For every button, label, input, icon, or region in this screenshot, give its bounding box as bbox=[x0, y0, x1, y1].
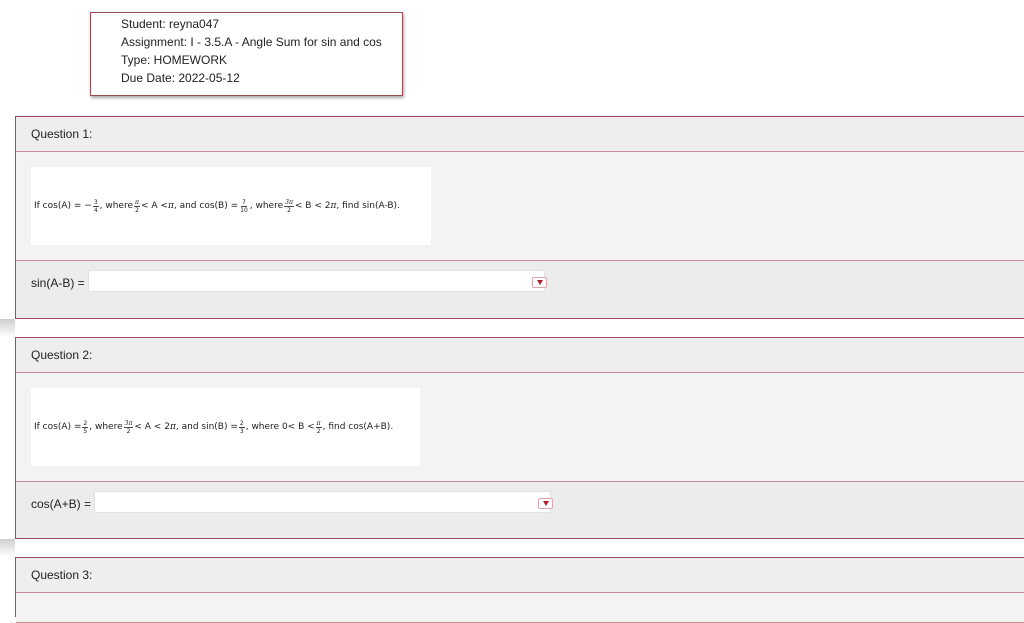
question-3-body bbox=[16, 593, 1024, 623]
prompt-text: < A < 2 bbox=[134, 422, 170, 432]
student-name: Student: reyna047 bbox=[121, 17, 220, 31]
answer-dropdown-button[interactable] bbox=[532, 277, 547, 288]
fraction: π2 bbox=[134, 198, 140, 214]
question-3: Question 3: bbox=[15, 557, 1024, 623]
prompt-text: , and sin(B) = bbox=[175, 422, 238, 432]
question-separator bbox=[0, 319, 15, 337]
answer-label: cos(A+B) = bbox=[31, 497, 92, 511]
question-2-prompt: If cos(A) = 25 , where 3π 2 < A < 2 π , a… bbox=[31, 388, 420, 466]
assignment-info-box: Student: reyna047 Assignment: I - 3.5.A … bbox=[90, 12, 403, 96]
question-1-prompt: If cos(A) = − 34 , where π2 < A < π , an… bbox=[31, 167, 431, 245]
prompt-text: , where bbox=[89, 422, 123, 432]
assignment-type: Type: HOMEWORK bbox=[121, 53, 228, 67]
question-separator bbox=[0, 539, 15, 557]
answer-dropdown-button[interactable] bbox=[538, 498, 553, 509]
prompt-text: , where bbox=[249, 201, 284, 211]
answer-label: sin(A-B) = bbox=[31, 276, 85, 290]
fraction: 25 bbox=[82, 419, 89, 435]
fraction: 3π 2 bbox=[123, 419, 134, 435]
prompt-text: If cos(A) = bbox=[34, 422, 82, 432]
prompt-text: , where bbox=[99, 201, 134, 211]
question-1-body: If cos(A) = − 34 , where π2 < A < π , an… bbox=[16, 152, 1024, 261]
prompt-text: , and cos(B) = bbox=[173, 201, 239, 211]
prompt-text: , find cos(A+B). bbox=[322, 422, 394, 432]
prompt-text: If cos(A) = − bbox=[34, 201, 92, 211]
fraction: 3π 2 bbox=[284, 198, 294, 214]
caret-down-icon bbox=[542, 501, 549, 506]
caret-down-icon bbox=[536, 280, 543, 285]
fraction: π2 bbox=[315, 419, 322, 435]
answer-input[interactable] bbox=[94, 491, 551, 513]
question-1-answer-row: sin(A-B) = bbox=[16, 261, 1024, 318]
assignment-name: Assignment: I - 3.5.A - Angle Sum for si… bbox=[121, 35, 382, 49]
question-1-title: Question 1: bbox=[16, 117, 1024, 152]
prompt-text: < B < 2 bbox=[294, 201, 331, 211]
fraction: 7 10 bbox=[240, 198, 248, 214]
prompt-text: < A < bbox=[140, 201, 168, 211]
question-2-body: If cos(A) = 25 , where 3π 2 < A < 2 π , a… bbox=[16, 373, 1024, 482]
question-2: Question 2: If cos(A) = 25 , where 3π 2 <… bbox=[15, 337, 1024, 539]
due-date: Due Date: 2022-05-12 bbox=[121, 71, 240, 85]
question-2-title: Question 2: bbox=[16, 338, 1024, 373]
fraction: 34 bbox=[92, 198, 99, 214]
question-1: Question 1: If cos(A) = − 34 , where π2 … bbox=[15, 116, 1024, 319]
prompt-text: , find sin(A-B). bbox=[336, 201, 400, 211]
question-3-title: Question 3: bbox=[16, 558, 1024, 593]
answer-input[interactable] bbox=[88, 270, 545, 292]
question-2-answer-row: cos(A+B) = bbox=[16, 482, 1024, 538]
prompt-text: , where 0< B < bbox=[245, 422, 315, 432]
fraction: 23 bbox=[238, 419, 245, 435]
